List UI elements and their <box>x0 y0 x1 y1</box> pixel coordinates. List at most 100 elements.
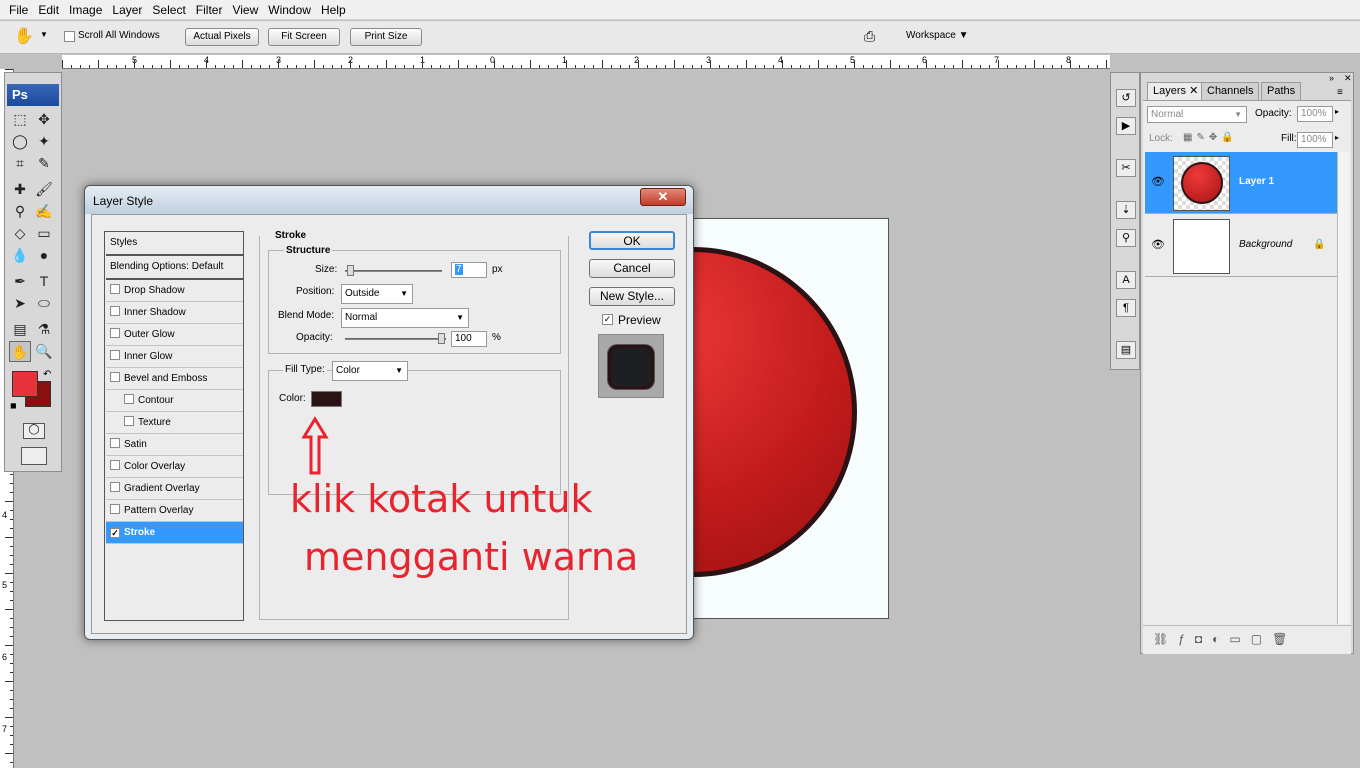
panel-menu-icon[interactable]: ≡ <box>1337 87 1343 98</box>
default-colors-icon[interactable]: ◼ <box>10 401 17 410</box>
ellipse-icon[interactable]: ⬭ <box>33 293 55 314</box>
style-item-checkbox[interactable] <box>110 438 120 448</box>
preview-checkbox[interactable]: ✓ <box>602 313 613 325</box>
style-item-checkbox[interactable] <box>110 460 120 470</box>
styles-header[interactable]: Styles <box>106 232 243 256</box>
fill-input[interactable]: 100% <box>1297 132 1333 148</box>
close-panel-icon[interactable]: ✕ <box>1344 73 1352 84</box>
style-item-checkbox[interactable] <box>110 504 120 514</box>
style-item-checkbox[interactable]: ✓ <box>110 528 120 538</box>
style-item-satin[interactable]: Satin <box>106 434 243 456</box>
tab-channels[interactable]: Channels <box>1201 82 1260 100</box>
size-input[interactable]: 7 <box>451 262 487 278</box>
style-item-checkbox[interactable] <box>124 394 134 404</box>
layer-opacity-input[interactable]: 100% <box>1297 106 1333 122</box>
tool-presets-icon[interactable]: ✂ <box>1116 159 1136 177</box>
style-item-checkbox[interactable] <box>110 306 120 316</box>
marquee-icon[interactable]: ⬚ <box>9 109 31 130</box>
actual-pixels-button[interactable]: Actual Pixels <box>185 28 259 46</box>
style-item-inner-glow[interactable]: Inner Glow <box>106 346 243 368</box>
layer-row-layer1[interactable]: 👁 Layer 1 <box>1145 152 1337 214</box>
style-item-checkbox[interactable] <box>110 350 120 360</box>
collapse-icon[interactable]: » <box>1329 73 1334 83</box>
new-style-button[interactable]: New Style... <box>589 287 675 306</box>
bridge-icon[interactable]: ⎙ <box>864 28 875 45</box>
stroke-blend-mode-select[interactable]: Normal ▼ <box>341 308 469 328</box>
cancel-button[interactable]: Cancel <box>589 259 675 278</box>
style-item-inner-shadow[interactable]: Inner Shadow <box>106 302 243 324</box>
pen-icon[interactable]: ✒ <box>9 271 31 292</box>
zoom-icon[interactable]: 🔍 <box>33 341 55 362</box>
workspace-menu[interactable]: Workspace ▼ <box>906 30 969 41</box>
eraser-icon[interactable]: ◇ <box>9 223 31 244</box>
lock-icons[interactable]: ▦✎✥🔒 <box>1183 132 1238 143</box>
tab-paths[interactable]: Paths <box>1261 82 1302 100</box>
lasso-icon[interactable]: ◯ <box>9 131 31 152</box>
crop-icon[interactable]: ⌗ <box>9 153 31 174</box>
document-canvas[interactable] <box>693 218 889 619</box>
notes-icon[interactable]: ▤ <box>9 319 31 340</box>
style-item-checkbox[interactable] <box>110 372 120 382</box>
history-brush-icon[interactable]: ✍ <box>33 201 55 222</box>
layer-name[interactable]: Background <box>1239 239 1292 250</box>
print-size-button[interactable]: Print Size <box>350 28 422 46</box>
menu-image[interactable]: Image <box>64 0 107 20</box>
fill-arrow-icon[interactable]: ▸ <box>1335 133 1339 142</box>
style-item-drop-shadow[interactable]: Drop Shadow <box>106 280 243 302</box>
blur-icon[interactable]: 💧 <box>9 245 31 266</box>
quick-mask-icon[interactable]: ◯ <box>23 423 45 439</box>
close-icon[interactable]: ✕ <box>640 188 686 206</box>
history-panel-icon[interactable]: ↺ <box>1116 89 1136 107</box>
menu-help[interactable]: Help <box>316 0 351 20</box>
fit-screen-button[interactable]: Fit Screen <box>268 28 340 46</box>
blending-options[interactable]: Blending Options: Default <box>106 256 243 280</box>
size-slider[interactable] <box>345 265 442 276</box>
eyedropper-icon[interactable]: ⚗ <box>33 319 55 340</box>
style-item-checkbox[interactable] <box>110 482 120 492</box>
brush-icon[interactable]: 🖌 <box>33 179 55 200</box>
layers-scrollbar[interactable] <box>1337 152 1349 624</box>
position-select[interactable]: Outside ▼ <box>341 284 413 304</box>
menu-filter[interactable]: Filter <box>191 0 228 20</box>
menu-file[interactable]: File <box>4 0 33 20</box>
gradient-icon[interactable]: ▭ <box>33 223 55 244</box>
tab-layers[interactable]: Layers ✕ <box>1147 82 1205 100</box>
magic-wand-icon[interactable]: ✦ <box>33 131 55 152</box>
layers-footer-icons[interactable]: ⛓ƒ◘◐▭▢🗑 <box>1143 625 1351 655</box>
hand-tool-icon[interactable]: ✋ <box>14 26 34 46</box>
menu-layer[interactable]: Layer <box>107 0 147 20</box>
style-item-gradient-overlay[interactable]: Gradient Overlay <box>106 478 243 500</box>
foreground-color-swatch[interactable] <box>12 371 38 397</box>
path-selection-icon[interactable]: ➤ <box>9 293 31 314</box>
layer-name[interactable]: Layer 1 <box>1239 176 1274 187</box>
opacity-input[interactable]: 100 <box>451 331 487 347</box>
chevron-down-icon[interactable]: ▼ <box>40 30 48 39</box>
fill-type-select[interactable]: Color ▼ <box>332 361 408 381</box>
scroll-all-windows-checkbox[interactable] <box>64 30 75 42</box>
style-item-bevel-and-emboss[interactable]: Bevel and Emboss <box>106 368 243 390</box>
move-icon[interactable]: ✥ <box>33 109 55 130</box>
actions-panel-icon[interactable]: ▶ <box>1116 117 1136 135</box>
style-item-checkbox[interactable] <box>110 328 120 338</box>
clone-stamp-icon[interactable]: ⚲ <box>9 201 31 222</box>
blend-mode-select[interactable]: Normal ▼ <box>1147 106 1247 123</box>
style-item-checkbox[interactable] <box>110 284 120 294</box>
style-item-color-overlay[interactable]: Color Overlay <box>106 456 243 478</box>
opacity-arrow-icon[interactable]: ▸ <box>1335 107 1339 116</box>
size-slider-thumb[interactable] <box>347 265 354 276</box>
style-item-outer-glow[interactable]: Outer Glow <box>106 324 243 346</box>
opacity-slider[interactable] <box>345 333 446 344</box>
style-item-pattern-overlay[interactable]: Pattern Overlay <box>106 500 243 522</box>
style-item-contour[interactable]: Contour <box>106 390 243 412</box>
clone-source-icon[interactable]: ⚲ <box>1116 229 1136 247</box>
eye-icon[interactable]: 👁 <box>1151 238 1165 251</box>
menu-select[interactable]: Select <box>147 0 190 20</box>
screen-mode-icon[interactable] <box>21 447 47 465</box>
slice-icon[interactable]: ✎ <box>33 153 55 174</box>
style-item-stroke[interactable]: ✓ Stroke <box>106 522 243 544</box>
menu-view[interactable]: View <box>227 0 263 20</box>
opacity-slider-thumb[interactable] <box>438 333 445 344</box>
character-panel-icon[interactable]: A <box>1116 271 1136 289</box>
dodge-icon[interactable]: ● <box>33 245 55 266</box>
brushes-panel-icon[interactable]: ⇣ <box>1116 201 1136 219</box>
